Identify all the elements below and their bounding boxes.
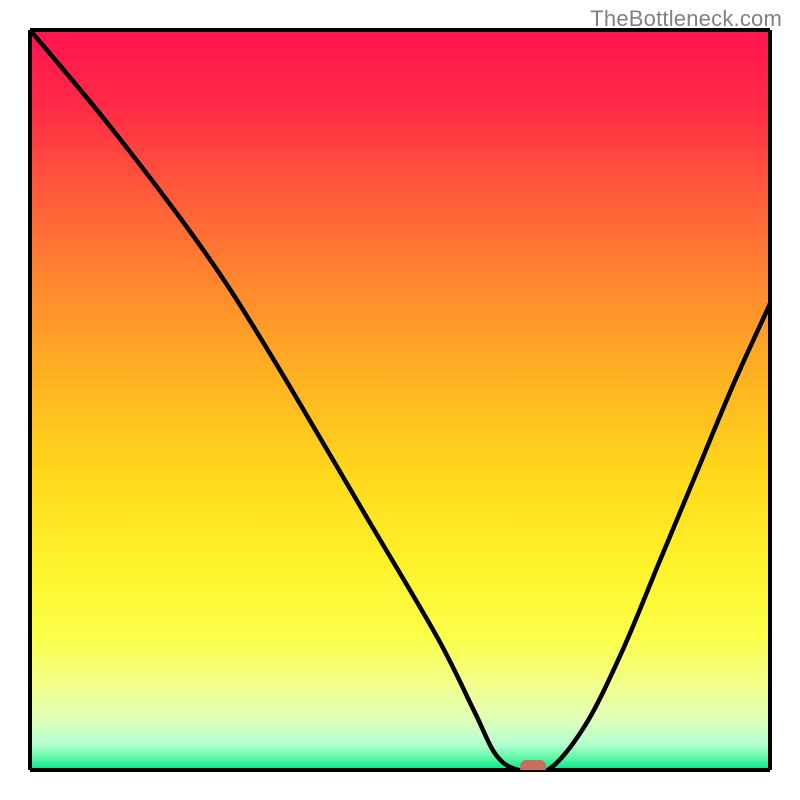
optimal-point-marker [520, 760, 546, 776]
bottleneck-chart [0, 0, 800, 800]
chart-container: TheBottleneck.com [0, 0, 800, 800]
watermark-label: TheBottleneck.com [590, 6, 782, 32]
heat-gradient-area [30, 30, 770, 770]
